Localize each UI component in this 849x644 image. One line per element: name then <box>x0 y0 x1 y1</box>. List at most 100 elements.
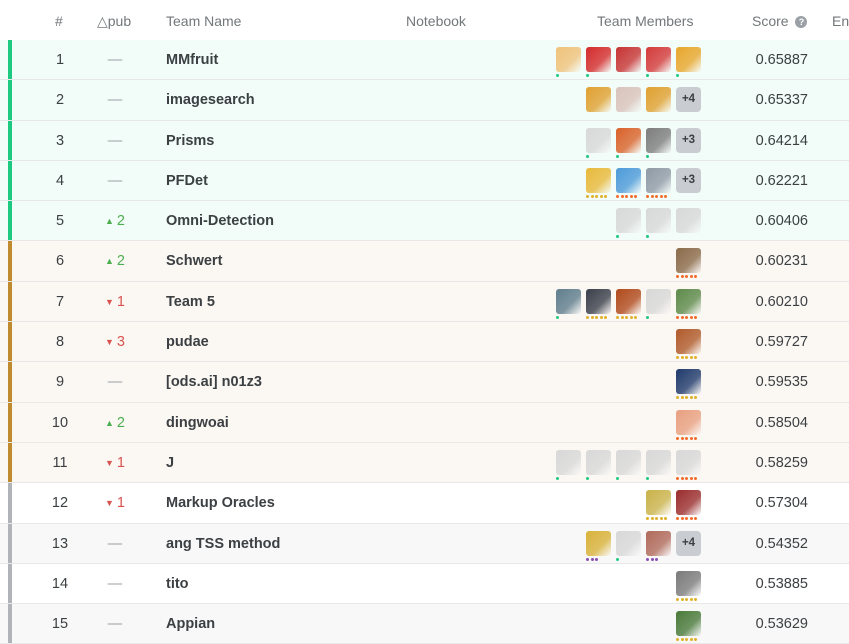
avatar[interactable] <box>646 288 671 319</box>
avatar-image <box>676 409 701 435</box>
medal-tier-stripe <box>8 160 12 201</box>
team-name-link[interactable]: [ods.ai] n01z3 <box>166 362 262 402</box>
team-name-link[interactable]: Team 5 <box>166 282 215 322</box>
avatar[interactable] <box>586 167 611 198</box>
entries-column-header[interactable]: En <box>832 13 849 29</box>
avatar[interactable] <box>676 47 701 77</box>
team-name-link[interactable]: Appian <box>166 604 215 644</box>
table-row[interactable]: 13 — ang TSS method +4 0.54352 <box>0 523 849 564</box>
team-name-link[interactable]: MMfruit <box>166 40 218 80</box>
avatar[interactable] <box>676 288 701 319</box>
avatar[interactable] <box>616 530 641 561</box>
medal-tier-stripe <box>8 442 12 483</box>
rank-change: — <box>107 132 123 149</box>
rank-change-value: 2 <box>116 253 125 270</box>
table-row[interactable]: 4 — PFDet +3 0.62221 <box>0 160 849 202</box>
team-members-column-header[interactable]: Team Members <box>597 13 693 29</box>
avatar[interactable] <box>676 611 701 642</box>
table-row[interactable]: 15 — Appian 0.53629 <box>0 604 849 644</box>
avatar[interactable] <box>556 47 581 77</box>
table-row[interactable]: 7 ▼ 1 Team 5 0.60210 <box>0 281 849 323</box>
delta-column-header[interactable]: △pub <box>97 13 131 30</box>
avatar[interactable] <box>646 208 671 239</box>
team-name-column-header[interactable]: Team Name <box>166 13 241 29</box>
avatar[interactable] <box>616 47 641 72</box>
table-row[interactable]: 6 ▲ 2 Schwert 0.60231 <box>0 241 849 282</box>
avatar[interactable] <box>556 449 581 480</box>
rank-change: ▲ 2 <box>90 403 140 444</box>
avatar[interactable] <box>586 47 611 77</box>
more-members-badge[interactable]: +4 <box>676 87 701 113</box>
avatar[interactable] <box>586 127 611 158</box>
table-row[interactable]: 5 ▲ 2 Omni-Detection 0.60406 <box>0 201 849 242</box>
medal-tier-stripe <box>8 523 12 563</box>
avatar[interactable] <box>646 87 671 113</box>
medal-tier-stripe <box>8 80 12 120</box>
team-name-link[interactable]: pudae <box>166 322 209 362</box>
team-name-link[interactable]: Prisms <box>166 121 214 161</box>
avatar[interactable] <box>586 530 611 561</box>
score-value: 0.60231 <box>755 253 808 270</box>
team-name-link[interactable]: J <box>166 443 174 483</box>
table-row[interactable]: 14 — tito 0.53885 <box>0 563 849 605</box>
team-name-link[interactable]: imagesearch <box>166 80 255 120</box>
avatar[interactable] <box>616 167 641 198</box>
avatar[interactable] <box>676 248 701 279</box>
table-row[interactable]: 2 — imagesearch +4 0.65337 <box>0 80 849 121</box>
table-row[interactable]: 12 ▼ 1 Markup Oracles 0.57304 <box>0 483 849 524</box>
table-row[interactable]: 3 — Prisms +3 0.64214 <box>0 120 849 161</box>
avatar[interactable] <box>676 449 701 480</box>
team-members <box>556 47 701 77</box>
more-members-badge[interactable]: +3 <box>676 167 701 193</box>
avatar[interactable] <box>586 87 611 113</box>
avatar[interactable] <box>616 127 641 158</box>
notebook-column-header[interactable]: Notebook <box>406 13 466 29</box>
tier-dots <box>616 235 619 239</box>
avatar[interactable] <box>676 490 701 521</box>
table-row[interactable]: 8 ▼ 3 pudae 0.59727 <box>0 322 849 363</box>
more-members-badge[interactable]: +4 <box>676 530 701 556</box>
team-name-link[interactable]: ang TSS method <box>166 524 280 564</box>
avatar-image <box>586 87 611 113</box>
avatar[interactable] <box>676 409 701 440</box>
avatar[interactable] <box>616 208 641 239</box>
avatar[interactable] <box>676 369 701 400</box>
avatar[interactable] <box>676 570 701 601</box>
team-name-link[interactable]: Omni-Detection <box>166 201 274 241</box>
score-column-header[interactable]: Score ? <box>752 13 808 29</box>
rank-change: ▼ 1 <box>90 443 140 484</box>
avatar[interactable] <box>646 449 671 480</box>
avatar[interactable] <box>586 449 611 480</box>
score-value: 0.54352 <box>755 535 808 552</box>
avatar[interactable] <box>556 288 581 319</box>
avatar[interactable] <box>616 288 641 319</box>
rank-value: 4 <box>55 172 65 189</box>
team-name-link[interactable]: PFDet <box>166 161 208 201</box>
team-name-link[interactable]: tito <box>166 564 189 604</box>
avatar[interactable] <box>646 47 671 77</box>
team-name-link[interactable]: Schwert <box>166 241 222 281</box>
avatar[interactable] <box>646 167 671 198</box>
avatar[interactable] <box>646 127 671 158</box>
table-row[interactable]: 1 — MMfruit 0.65887 <box>0 40 849 81</box>
team-name-link[interactable]: Markup Oracles <box>166 483 275 523</box>
help-icon[interactable]: ? <box>795 16 808 28</box>
avatar[interactable] <box>616 449 641 480</box>
avatar[interactable] <box>616 87 641 113</box>
team-name-link[interactable]: dingwoai <box>166 403 229 443</box>
avatar[interactable] <box>586 288 611 319</box>
table-row[interactable]: 10 ▲ 2 dingwoai 0.58504 <box>0 402 849 444</box>
table-row[interactable]: 9 — [ods.ai] n01z3 0.59535 <box>0 362 849 403</box>
avatar-image <box>676 570 701 596</box>
table-row[interactable]: 11 ▼ 1 J 0.58259 <box>0 442 849 484</box>
avatar[interactable] <box>676 208 701 234</box>
avatar[interactable] <box>646 490 671 521</box>
tier-dots <box>676 356 697 360</box>
rank-column-header[interactable]: # <box>55 13 63 29</box>
rank-value: 9 <box>55 374 65 391</box>
avatar[interactable] <box>676 329 701 360</box>
more-members-badge[interactable]: +3 <box>676 127 701 153</box>
tier-dots <box>676 396 697 400</box>
avatar[interactable] <box>646 530 671 561</box>
rank-change: ▼ 1 <box>90 282 140 323</box>
